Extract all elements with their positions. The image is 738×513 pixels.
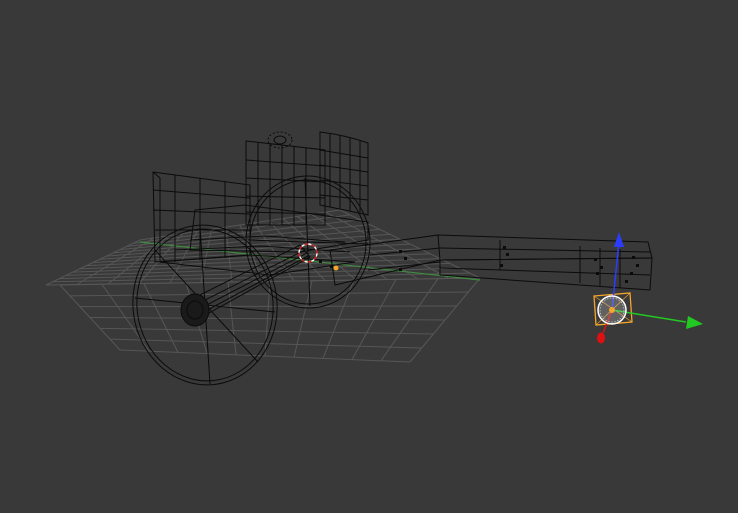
cart-shaft[interactable] <box>319 234 653 291</box>
z-arrow-icon[interactable] <box>614 232 624 247</box>
grid-line <box>133 214 351 244</box>
floor-grid <box>45 209 481 363</box>
3d-viewport[interactable] <box>0 0 738 513</box>
y-arrow-icon[interactable] <box>686 316 703 329</box>
x-arrow-icon[interactable] <box>597 332 605 344</box>
viewport-canvas[interactable] <box>0 0 738 513</box>
origin-dot <box>333 265 339 271</box>
object-origin-dot <box>609 307 615 313</box>
grid-x-axis <box>139 241 481 281</box>
